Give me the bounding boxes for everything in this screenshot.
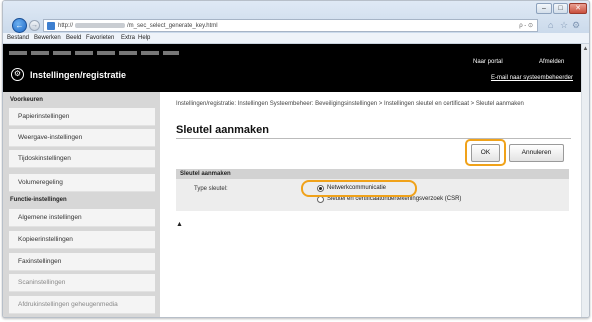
email-admin-link[interactable]: E-mail naar systeembeheerder [491,74,573,82]
address-bar-tools[interactable]: ρ - ⊙ [519,20,533,32]
back-button[interactable]: ← [12,18,27,33]
settings-gear-icon[interactable]: ⚙ [572,19,580,32]
sidebar-item-scan[interactable]: Scaninstellingen [9,274,155,292]
sidebar-item-timer[interactable]: Tijdoskinstellingen [9,150,155,168]
arrow-right-icon: → [31,22,38,29]
sidebar-item-paper[interactable]: Papierinstellingen [9,108,155,126]
forward-button[interactable]: → [29,20,40,31]
page-header: ⚙ Instellingen/registratie Naar portal A… [3,44,589,92]
maximize-button[interactable]: □ [553,3,568,14]
menu-edit[interactable]: Bewerken [34,33,61,44]
menu-tools[interactable]: Extra [121,33,135,44]
main-content: Instellingen/registratie: Instellingen S… [168,92,578,317]
close-button[interactable]: ✕ [569,3,587,14]
menu-file[interactable]: Bestand [7,33,29,44]
sidebar-heading-preferences: Voorkeuren [10,97,43,103]
sidebar-item-volume[interactable]: Volumeregeling [9,174,155,192]
sidebar-item-fax[interactable]: Faxinstellingen [9,253,155,271]
cancel-button[interactable]: Annuleren [509,144,564,162]
home-icon[interactable]: ⌂ [548,19,553,32]
sidebar-item-media-print[interactable]: Afdrukinstellingen geheugenmedia [9,296,155,314]
sidebar-item-copy[interactable]: Kopieerinstellingen [9,231,155,249]
arrow-left-icon: ← [15,21,24,30]
menu-help[interactable]: Help [138,33,150,44]
page-title: Sleutel aanmaken [176,124,269,136]
radio-key-and-csr[interactable] [317,196,324,203]
menu-bar: Bestand Bewerken Beeld Favorieten Extra … [3,33,589,44]
ok-button[interactable]: OK [471,144,500,162]
section-heading: Sleutel aanmaken [176,169,569,179]
key-type-label: Type sleutel: [194,186,228,192]
page-header-title: Instellingen/registratie [30,70,127,80]
redacted-host [75,22,126,28]
sidebar-item-general[interactable]: Algemene instellingen [9,209,155,227]
vertical-scrollbar[interactable]: ▲ [581,44,589,317]
menu-view[interactable]: Beeld [66,33,81,44]
sidebar: Voorkeuren Papierinstellingen Weergave-i… [3,92,160,317]
back-to-top-icon[interactable]: ▲ [176,221,183,228]
page-favicon-icon [47,22,55,30]
sidebar-item-display[interactable]: Weergave-instellingen [9,129,155,147]
portal-link[interactable]: Naar portal [473,58,503,66]
browser-toolbar: – □ ✕ ← → http:///m_sec_select_generate_… [3,1,589,33]
redacted-device-name [9,51,179,55]
option-highlight [301,180,417,197]
sidebar-heading-functions: Functie-instellingen [10,197,67,203]
address-bar[interactable]: http:///m_sec_select_generate_key.html ρ… [43,19,538,32]
url-text: http:///m_sec_select_generate_key.html [58,22,218,29]
title-divider [176,138,571,139]
menu-favorites[interactable]: Favorieten [86,33,114,44]
settings-wrench-icon: ⚙ [11,68,24,81]
logout-link[interactable]: Afmelden [539,58,564,66]
favorites-icon[interactable]: ☆ [560,19,568,32]
minimize-button[interactable]: – [536,3,552,14]
scroll-up-icon[interactable]: ▲ [582,46,589,52]
browser-window: – □ ✕ ← → http:///m_sec_select_generate_… [2,0,590,318]
breadcrumb: Instellingen/registratie: Instellingen S… [176,101,524,107]
